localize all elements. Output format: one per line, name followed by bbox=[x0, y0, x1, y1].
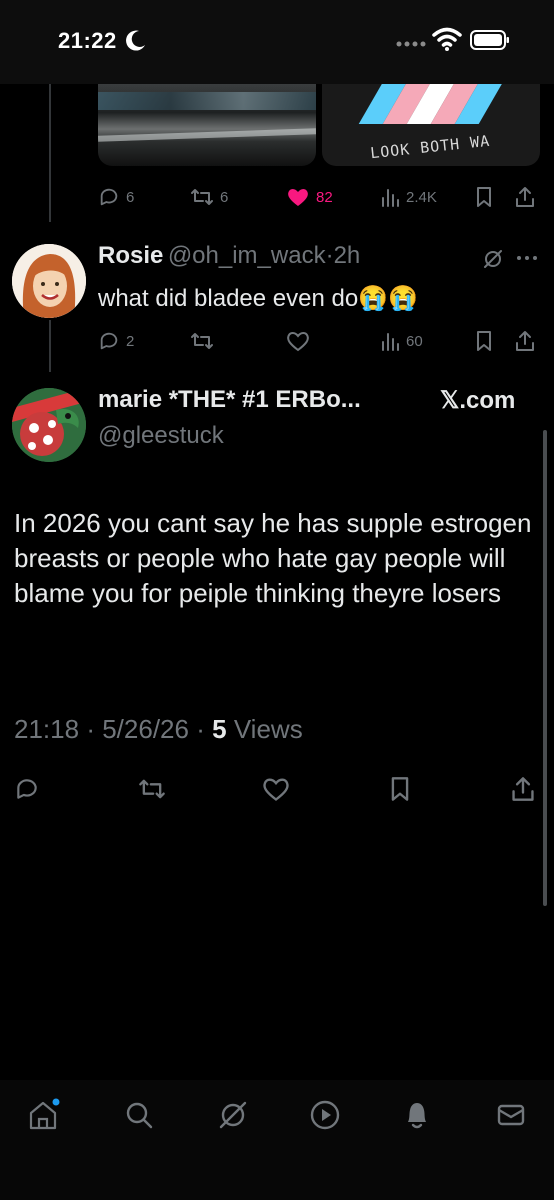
avatar-marie[interactable] bbox=[12, 388, 86, 462]
views-button[interactable]: 2.4K bbox=[380, 186, 437, 208]
image-caption-text: LOOK BOTH WA bbox=[369, 131, 491, 163]
avatar-rosie[interactable] bbox=[12, 244, 86, 318]
reply-icon bbox=[100, 332, 118, 350]
retweet-button[interactable]: 6 bbox=[190, 186, 228, 208]
share-button[interactable] bbox=[514, 186, 536, 208]
reply-text: what did bladee even do😭😭 bbox=[98, 285, 418, 312]
share-icon bbox=[516, 331, 534, 351]
more-options-icon[interactable] bbox=[516, 254, 538, 262]
views-number[interactable]: 5 bbox=[212, 714, 226, 744]
marie-avatar-illustration bbox=[12, 388, 86, 462]
retweet-count: 6 bbox=[220, 188, 229, 206]
retweet-icon bbox=[191, 189, 213, 205]
rosie-avatar-illustration bbox=[12, 244, 86, 318]
reply-author-handle[interactable]: @oh_im_wack bbox=[168, 242, 326, 269]
reply-button[interactable]: 6 bbox=[98, 186, 134, 208]
views-count: 2.4K bbox=[406, 188, 437, 206]
heart-icon bbox=[287, 332, 309, 352]
search-icon[interactable] bbox=[122, 1098, 156, 1132]
wifi-icon bbox=[432, 27, 462, 51]
analytics-icon bbox=[382, 333, 399, 351]
status-time: 21:22 bbox=[58, 28, 117, 53]
scrollbar[interactable] bbox=[543, 430, 547, 906]
share-button[interactable] bbox=[514, 330, 536, 352]
bookmark-icon bbox=[477, 187, 491, 207]
source-label: 𝕏.com bbox=[440, 387, 516, 414]
views-button[interactable]: 60 bbox=[380, 330, 423, 352]
views-label[interactable]: Views bbox=[234, 714, 303, 744]
reply-count: 6 bbox=[126, 188, 135, 206]
video-icon[interactable] bbox=[308, 1098, 342, 1132]
analytics-icon bbox=[382, 189, 399, 207]
main-tweet-text: In 2026 you cant say he has supple estro… bbox=[14, 508, 532, 608]
like-count: 82 bbox=[316, 188, 333, 206]
focus-moon-icon bbox=[126, 30, 145, 51]
like-button[interactable] bbox=[286, 330, 310, 352]
meta-separator: · bbox=[86, 714, 95, 744]
heart-icon[interactable] bbox=[262, 776, 290, 802]
bookmark-icon bbox=[477, 331, 491, 351]
bookmark-button[interactable] bbox=[474, 330, 494, 352]
tweet-date: 5/26/26 bbox=[102, 714, 189, 744]
share-icon[interactable] bbox=[510, 776, 536, 802]
main-author-name[interactable]: marie *THE* #1 ERBo... bbox=[98, 386, 361, 414]
battery-icon bbox=[470, 30, 509, 50]
like-button[interactable]: 82 bbox=[286, 186, 333, 208]
main-author-handle[interactable]: @gleestuck bbox=[98, 422, 224, 450]
meta-separator: · bbox=[196, 714, 205, 744]
heart-filled-icon bbox=[288, 189, 308, 206]
tweet-meta: 21:18 · 5/26/26 · 5 Views bbox=[14, 714, 303, 745]
grok-icon[interactable] bbox=[482, 248, 504, 270]
share-icon bbox=[516, 187, 534, 207]
reply-count: 2 bbox=[126, 332, 135, 350]
home-icon[interactable] bbox=[26, 1098, 60, 1132]
reply-timestamp: 2h bbox=[333, 242, 361, 269]
reply-icon[interactable] bbox=[14, 776, 40, 802]
media-image-2[interactable]: LOOK BOTH WA bbox=[322, 84, 540, 166]
retweet-icon[interactable] bbox=[138, 776, 166, 802]
reply-icon bbox=[100, 188, 118, 206]
bottom-navigation bbox=[0, 1080, 554, 1200]
grok-icon[interactable] bbox=[216, 1098, 250, 1132]
retweet-button[interactable] bbox=[190, 330, 214, 352]
bookmark-icon[interactable] bbox=[388, 776, 412, 802]
bookmark-button[interactable] bbox=[474, 186, 494, 208]
retweet-icon bbox=[191, 333, 213, 349]
messages-icon[interactable] bbox=[494, 1098, 528, 1132]
cellular-signal-icon bbox=[396, 41, 426, 47]
reply-separator: · bbox=[325, 242, 334, 269]
media-image-1[interactable] bbox=[98, 84, 316, 166]
reply-button[interactable]: 2 bbox=[98, 330, 134, 352]
views-count: 60 bbox=[406, 332, 423, 350]
reply-author-name[interactable]: Rosie bbox=[98, 242, 163, 269]
notifications-icon[interactable] bbox=[400, 1098, 434, 1132]
tweet-time: 21:18 bbox=[14, 714, 80, 744]
